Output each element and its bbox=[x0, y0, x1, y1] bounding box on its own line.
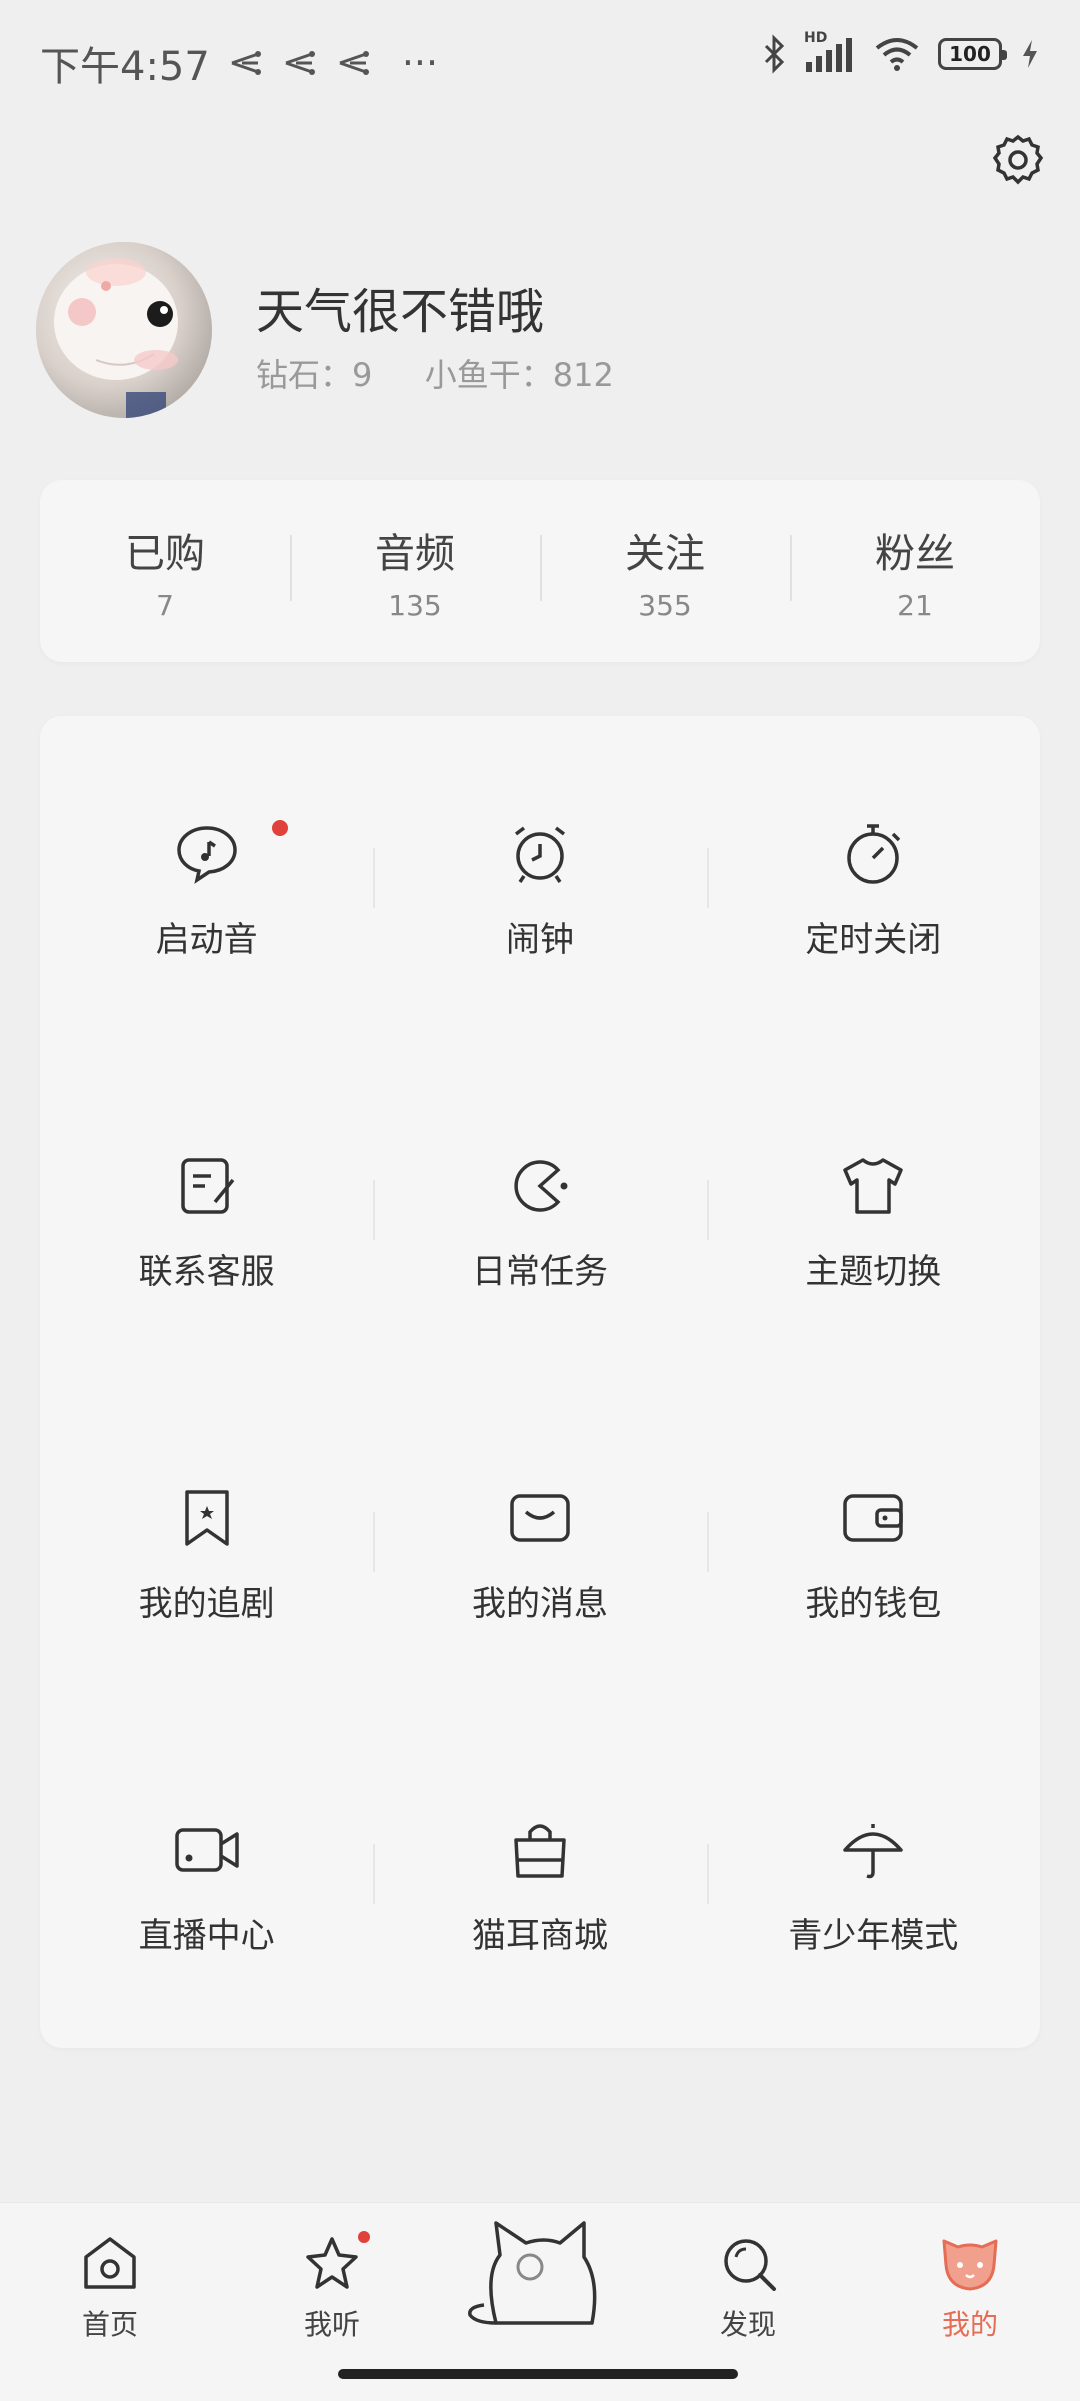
charging-icon bbox=[1023, 40, 1037, 68]
tab-mine[interactable]: 我的 bbox=[900, 2231, 1040, 2343]
tab-label: 我的 bbox=[941, 2308, 998, 2341]
status-bar: 下午4:57 ··· HD 100 bbox=[0, 0, 1080, 120]
share-notification-icon bbox=[231, 51, 261, 75]
bluetooth-icon bbox=[764, 34, 785, 74]
gear-icon bbox=[992, 134, 1044, 185]
grid-item-alarm[interactable]: 闹钟 bbox=[373, 818, 706, 1018]
avatar[interactable] bbox=[36, 242, 212, 418]
tab-discover[interactable]: 发现 bbox=[678, 2231, 818, 2343]
tab-label: 首页 bbox=[81, 2308, 138, 2341]
home-icon bbox=[84, 2237, 136, 2289]
tshirt-icon bbox=[843, 1158, 904, 1214]
grid-item-daily-tasks[interactable]: 日常任务 bbox=[373, 1150, 706, 1350]
grid-item-label: 主题切换 bbox=[805, 1252, 942, 1292]
wifi-icon bbox=[875, 38, 919, 71]
grid-item-label: 日常任务 bbox=[471, 1252, 608, 1292]
signal-icon: HD bbox=[804, 30, 856, 74]
fish-count: 小鱼干：812 bbox=[424, 356, 614, 394]
feedback-edit-icon bbox=[180, 1158, 235, 1214]
grid-item-label: 联系客服 bbox=[138, 1252, 275, 1292]
cat-face-icon bbox=[942, 2239, 998, 2291]
count-purchased[interactable]: 已购 7 bbox=[40, 521, 290, 622]
cat-avatar-image bbox=[36, 242, 212, 418]
feature-grid: 启动音 闹钟 定时关闭 联系客服 日常任务 主题切换 我的追剧 我的消息 我的钱… bbox=[40, 716, 1040, 2048]
grid-item-sleep-timer[interactable]: 定时关闭 bbox=[706, 818, 1040, 1018]
tab-label: 发现 bbox=[719, 2308, 776, 2341]
battery-level: 100 bbox=[949, 42, 991, 66]
count-value: 135 bbox=[388, 588, 442, 622]
video-camera-icon bbox=[174, 1828, 239, 1872]
star-icon bbox=[306, 2237, 358, 2289]
status-right: HD 100 bbox=[762, 30, 1040, 74]
grid-item-label: 我的钱包 bbox=[805, 1584, 942, 1624]
notification-badge bbox=[358, 2231, 370, 2243]
grid-item-label: 闹钟 bbox=[505, 920, 574, 960]
grid-row: 我的追剧 我的消息 我的钱包 bbox=[40, 1482, 1040, 1682]
count-value: 355 bbox=[638, 588, 692, 622]
tab-home[interactable]: 首页 bbox=[40, 2231, 180, 2343]
speech-bubble-music-icon bbox=[176, 826, 237, 884]
shopping-bag-icon bbox=[514, 1824, 566, 1878]
stopwatch-icon bbox=[847, 824, 901, 884]
count-fans[interactable]: 粉丝 21 bbox=[790, 521, 1040, 622]
alarm-clock-icon bbox=[514, 826, 566, 883]
settings-button[interactable] bbox=[988, 130, 1048, 190]
count-following[interactable]: 关注 355 bbox=[540, 521, 790, 622]
grid-item-theme[interactable]: 主题切换 bbox=[706, 1150, 1040, 1350]
count-value: 7 bbox=[156, 588, 174, 622]
profile-header[interactable]: 天气很不错哦 钻石：9 小鱼干：812 bbox=[36, 242, 1036, 422]
battery-icon: 100 bbox=[938, 38, 1007, 70]
diamond-count: 钻石：9 bbox=[256, 356, 373, 394]
pacman-icon bbox=[514, 1160, 568, 1212]
grid-row: 直播中心 猫耳商城 青少年模式 bbox=[40, 1814, 1040, 2014]
grid-item-my-messages[interactable]: 我的消息 bbox=[373, 1482, 706, 1682]
grid-row: 联系客服 日常任务 主题切换 bbox=[40, 1150, 1040, 1350]
grid-item-shop[interactable]: 猫耳商城 bbox=[373, 1814, 706, 2014]
grid-item-startup-sound[interactable]: 启动音 bbox=[40, 818, 373, 1018]
wallet-icon bbox=[843, 1494, 904, 1542]
count-label: 已购 bbox=[125, 530, 205, 577]
count-label: 粉丝 bbox=[875, 530, 955, 577]
bookmark-icon bbox=[184, 1490, 229, 1546]
grid-row: 启动音 闹钟 定时关闭 bbox=[40, 818, 1040, 1018]
notification-badge bbox=[272, 820, 288, 836]
count-label: 音频 bbox=[375, 530, 455, 577]
grid-item-label: 我的消息 bbox=[471, 1584, 608, 1624]
username: 天气很不错哦 bbox=[256, 284, 545, 340]
umbrella-icon bbox=[843, 1824, 904, 1879]
cat-icon bbox=[468, 2221, 597, 2325]
tab-listen[interactable]: 我听 bbox=[262, 2231, 402, 2343]
status-left: 下午4:57 ··· bbox=[40, 34, 438, 92]
count-value: 21 bbox=[897, 588, 933, 622]
counts-card: 已购 7 音频 135 关注 355 粉丝 21 bbox=[40, 480, 1040, 662]
grid-item-live-center[interactable]: 直播中心 bbox=[40, 1814, 373, 2014]
count-label: 关注 bbox=[625, 530, 705, 577]
tab-center-cat[interactable] bbox=[460, 2215, 620, 2335]
grid-item-label: 定时关闭 bbox=[805, 920, 942, 960]
grid-item-teen-mode[interactable]: 青少年模式 bbox=[706, 1814, 1040, 2014]
grid-item-label: 启动音 bbox=[155, 920, 258, 960]
grid-item-my-drama[interactable]: 我的追剧 bbox=[40, 1482, 373, 1682]
wallet-stats: 钻石：9 小鱼干：812 bbox=[256, 350, 614, 396]
grid-item-customer-service[interactable]: 联系客服 bbox=[40, 1150, 373, 1350]
message-icon bbox=[510, 1494, 570, 1542]
share-notification-icon bbox=[285, 51, 315, 75]
grid-item-my-wallet[interactable]: 我的钱包 bbox=[706, 1482, 1040, 1682]
share-notification-icon bbox=[339, 51, 369, 75]
grid-item-label: 直播中心 bbox=[138, 1916, 275, 1956]
tab-label: 我听 bbox=[303, 2308, 360, 2341]
count-audio[interactable]: 音频 135 bbox=[290, 521, 540, 622]
status-time: 下午4:57 bbox=[40, 44, 210, 90]
home-indicator[interactable] bbox=[338, 2369, 738, 2379]
grid-item-label: 猫耳商城 bbox=[471, 1916, 608, 1956]
more-notifications: ··· bbox=[401, 41, 439, 85]
search-icon bbox=[724, 2239, 776, 2291]
grid-item-label: 青少年模式 bbox=[788, 1916, 959, 1956]
grid-item-label: 我的追剧 bbox=[138, 1584, 275, 1624]
